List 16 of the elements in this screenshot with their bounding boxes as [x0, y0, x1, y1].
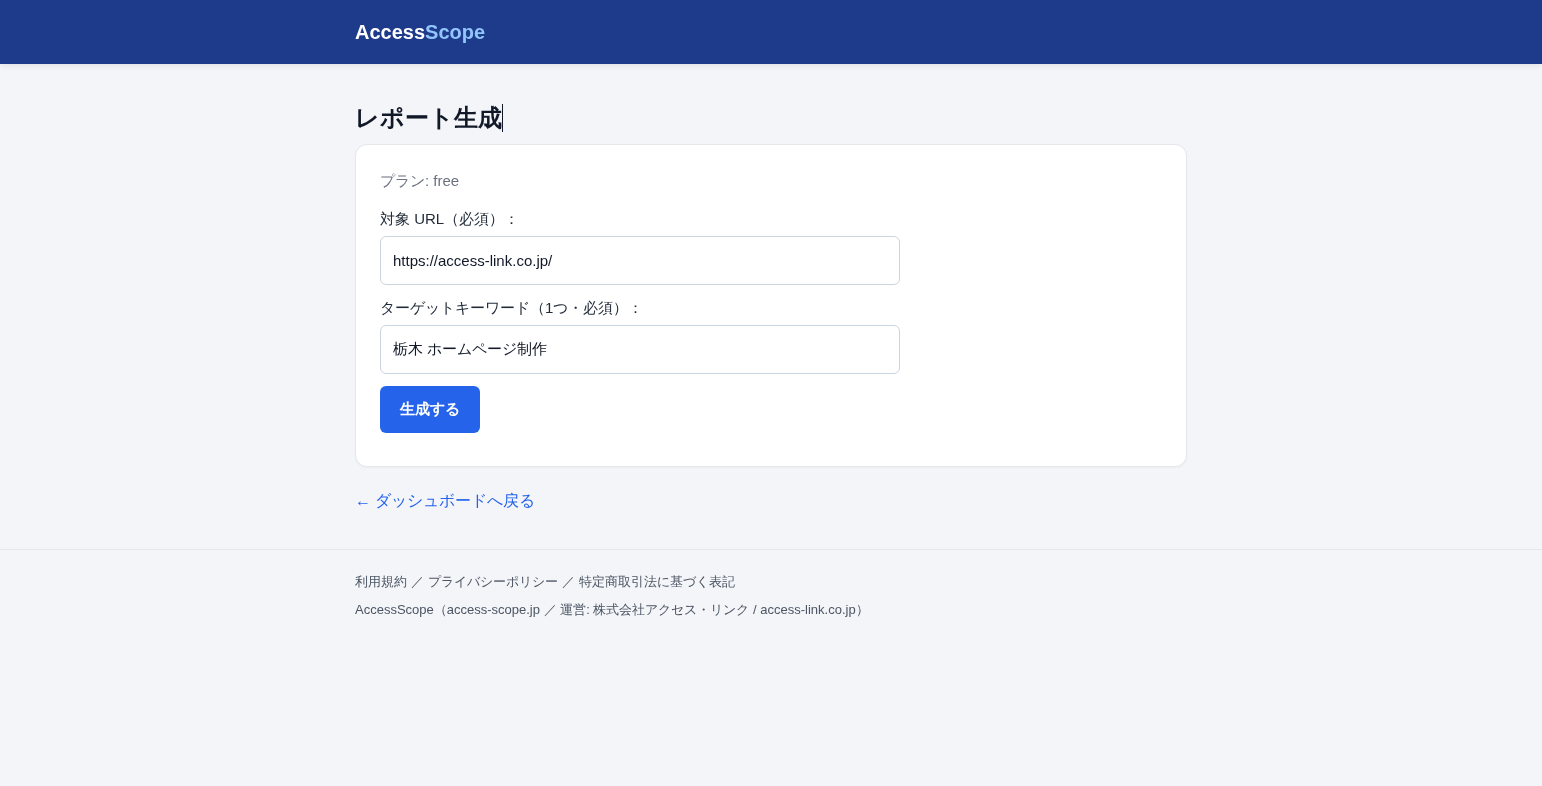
- input-field[interactable]: 栃木 ホームページ制作: [380, 325, 900, 374]
- plan-label: プラン: free: [380, 171, 461, 191]
- separator: ／: [411, 573, 424, 591]
- footer-link[interactable]: 利用規約: [355, 572, 407, 592]
- logo[interactable]: AccessScope: [355, 21, 486, 43]
- field-label: 対象 URL（必須）：: [380, 209, 521, 229]
- back-link[interactable]: ← ダッシュボードへ戻る: [355, 492, 536, 509]
- input-field[interactable]: https://access-link.co.jp/: [380, 236, 900, 285]
- footer-link[interactable]: 特定商取引法に基づく表記: [579, 572, 735, 592]
- generate-button[interactable]: 生成する: [380, 386, 480, 433]
- page-title: レポート生成: [355, 103, 502, 133]
- footer-link[interactable]: プライバシーポリシー: [428, 572, 558, 592]
- text-caret-icon: [502, 104, 503, 132]
- field-label: ターゲットキーワード（1つ・必須）：: [380, 298, 645, 318]
- footer-note: AccessScope（access-scope.jp ／ 運営: 株式会社アクセス・リンク / access-link.co.jp）: [355, 601, 870, 619]
- separator: ／: [562, 573, 575, 591]
